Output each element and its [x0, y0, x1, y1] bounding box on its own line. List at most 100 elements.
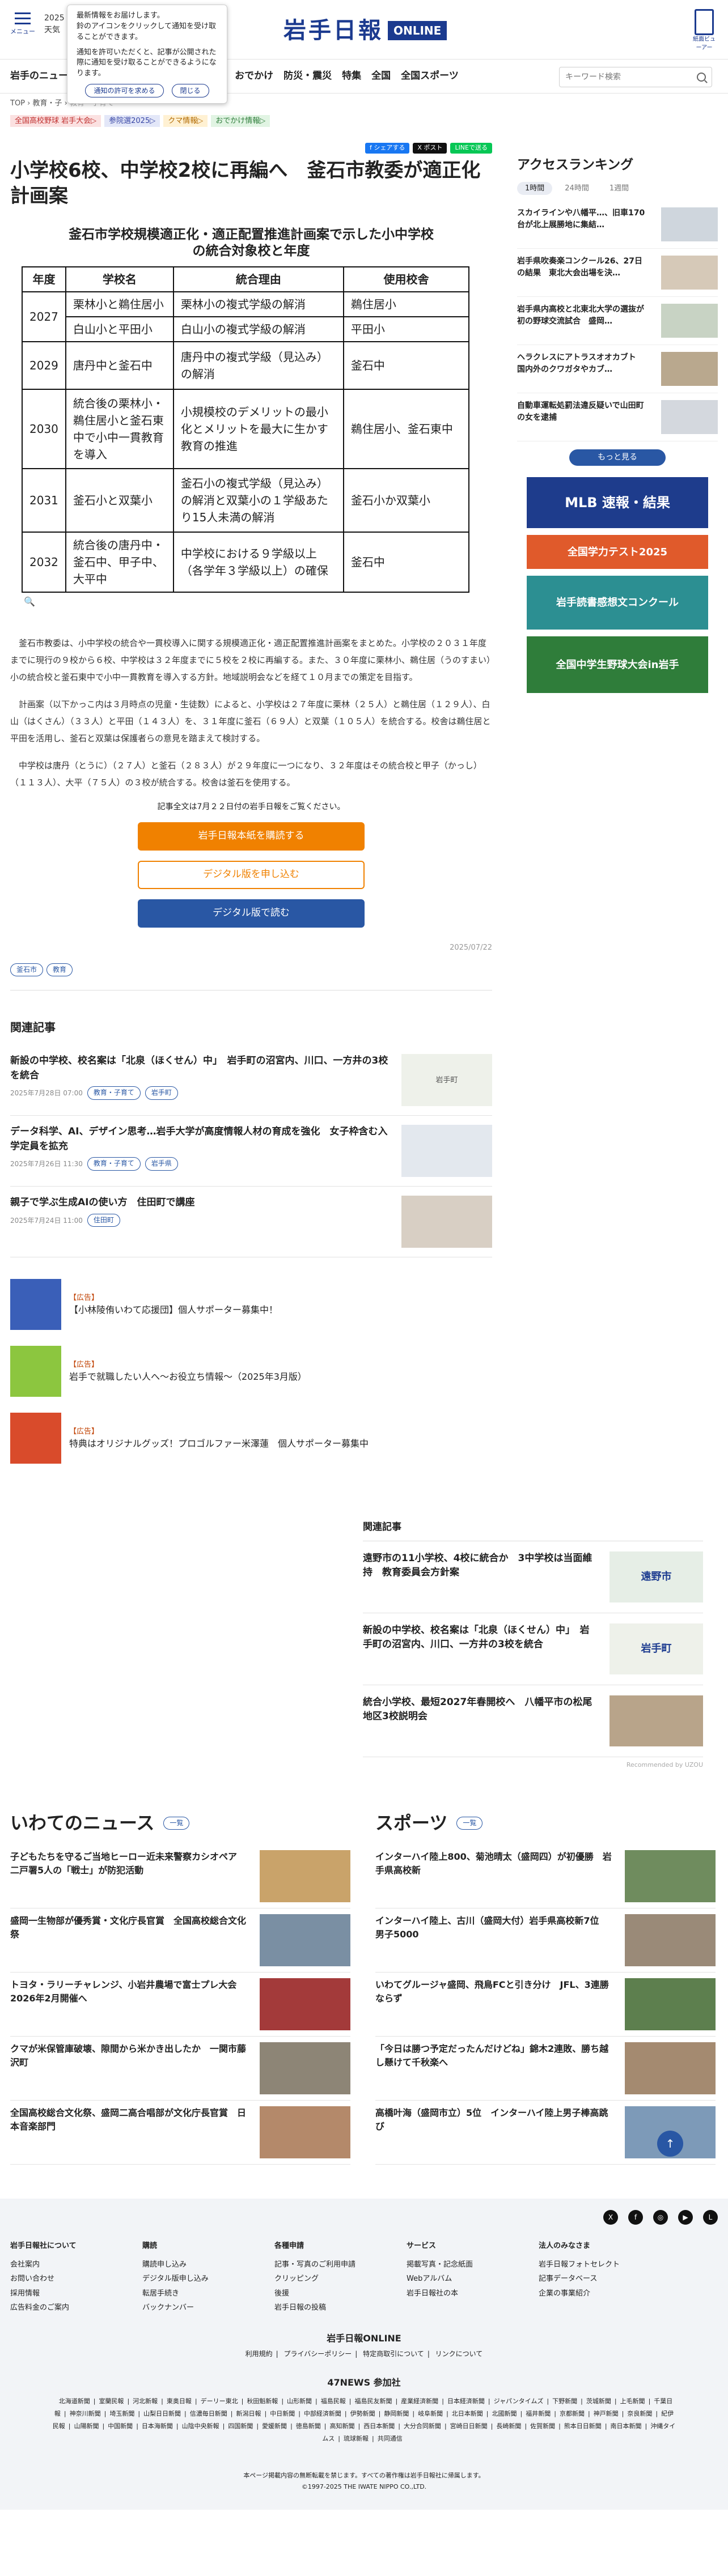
network-paper-link[interactable]: 京都新聞 — [560, 2410, 585, 2417]
viewer-button[interactable]: 紙面ビューアー — [691, 9, 718, 52]
line-share-button[interactable]: LINEで送る — [450, 143, 492, 154]
network-paper-link[interactable]: 茨城新聞 — [586, 2398, 611, 2405]
notify-close-button[interactable]: 閉じる — [171, 84, 209, 98]
youtube-icon[interactable]: ▶ — [678, 2210, 693, 2225]
network-paper-link[interactable]: 伊勢新聞 — [350, 2410, 375, 2417]
network-paper-link[interactable]: 岐阜新聞 — [418, 2410, 443, 2417]
widget-item[interactable]: 遠野市の11小学校、4校に統合か 3中学校は当面維持 教育委員会方針案 遠野市 — [363, 1541, 703, 1613]
network-paper-link[interactable]: 山形新聞 — [287, 2398, 312, 2405]
section-list-button[interactable]: 一覧 — [456, 1816, 483, 1830]
related-tag[interactable]: 住田町 — [87, 1213, 120, 1227]
banner-dokusho[interactable]: 岩手読書感想文コンクール — [527, 576, 708, 630]
footer-link[interactable]: デジタル版申し込み — [142, 2272, 274, 2286]
network-paper-link[interactable]: 北國新聞 — [492, 2410, 517, 2417]
footer-link[interactable]: 特定商取引について — [363, 2350, 424, 2358]
facebook-share-button[interactable]: f シェアする — [365, 143, 410, 154]
ranking-item[interactable]: 岩手県内高校と北東北大学の選抜が初の野球交流試合 盛岡… — [517, 297, 718, 345]
news-item[interactable]: 盛岡一生物部が優秀賞・文化庁長官賞 全国高校総合文化祭 — [10, 1908, 350, 1973]
back-to-top-button[interactable]: ↑ — [657, 2131, 683, 2157]
section-list-button[interactable]: 一覧 — [163, 1816, 190, 1830]
footer-link[interactable]: 記事・写真のご利用申請 — [274, 2258, 407, 2272]
tag-kamaishi[interactable]: 釜石市 — [10, 963, 44, 977]
network-paper-link[interactable]: 共同通信 — [378, 2435, 403, 2442]
network-paper-link[interactable]: 四国新聞 — [228, 2422, 253, 2430]
network-paper-link[interactable]: 埼玉新聞 — [109, 2410, 134, 2417]
nav-item-odekake[interactable]: おでかけ — [235, 69, 273, 84]
nav-item-tokushu[interactable]: 特集 — [342, 69, 361, 84]
subscribe-paper-button[interactable]: 岩手日報本紙を購読する — [138, 822, 365, 851]
ranking-more-button[interactable]: もっと見る — [569, 449, 666, 466]
network-paper-link[interactable]: 神奈川新聞 — [70, 2410, 101, 2417]
network-paper-link[interactable]: 南日本新聞 — [611, 2422, 642, 2430]
x-post-button[interactable]: X ポスト — [413, 143, 447, 154]
weather-link[interactable]: 天気 — [44, 24, 65, 36]
network-paper-link[interactable]: 熊本日日新聞 — [564, 2422, 602, 2430]
network-paper-link[interactable]: 日本経済新聞 — [447, 2398, 485, 2405]
footer-link[interactable]: Webアルバム — [407, 2272, 539, 2286]
footer-link[interactable]: 採用情報 — [10, 2286, 142, 2301]
nav-item-zenkoku[interactable]: 全国 — [371, 69, 391, 84]
network-paper-link[interactable]: 西日本新聞 — [363, 2422, 395, 2430]
related-tag[interactable]: 教育・子育て — [87, 1157, 141, 1171]
network-paper-link[interactable]: 山陽新聞 — [74, 2422, 99, 2430]
site-logo[interactable]: 岩手日報 ONLINE — [283, 14, 447, 48]
network-paper-link[interactable]: 福井新聞 — [526, 2410, 551, 2417]
news-item[interactable]: 子どもたちを守るご当地ヒーロー近未来警察カシオペア 二戸署5人の「戦士」が防犯活… — [10, 1844, 350, 1909]
footer-link[interactable]: 転居手続き — [142, 2286, 274, 2301]
topic-tag-election[interactable]: 参院選2025▷ — [104, 114, 160, 127]
network-paper-link[interactable]: 産業経済新聞 — [401, 2398, 438, 2405]
footer-link[interactable]: バックナンバー — [142, 2301, 274, 2315]
topic-tag-odekake[interactable]: おでかけ情報▷ — [211, 114, 270, 127]
notify-allow-button[interactable]: 通知の許可を求める — [85, 84, 164, 98]
search-input[interactable] — [565, 73, 697, 82]
ad-item[interactable]: 【広告】 岩手で就職したい人へ〜お役立ち情報〜（2025年3月版） — [10, 1341, 492, 1408]
network-paper-link[interactable]: 宮崎日日新聞 — [450, 2422, 488, 2430]
related-tag[interactable]: 岩手県 — [145, 1157, 178, 1171]
article-figure[interactable]: 釜石市学校規模適正化・適正配置推進計画案で示した小中学校 の統合対象校と年度 年… — [22, 227, 481, 609]
instagram-icon[interactable]: ◎ — [653, 2210, 668, 2225]
read-digital-button[interactable]: デジタル版で読む — [138, 899, 365, 928]
network-paper-link[interactable]: ジャパンタイムズ — [494, 2398, 544, 2405]
ranking-item[interactable]: 岩手県吹奏楽コンクール26、27日の結果 東北大会出場を決… — [517, 249, 718, 297]
news-item[interactable]: いわてグルージャ盛岡、飛鳥FCと引き分け JFL、3連勝ならず — [375, 1973, 716, 2037]
ranking-item[interactable]: 自動車運転処罰法違反疑いで山田町の女を逮捕 — [517, 393, 718, 441]
breadcrumb-home[interactable]: TOP — [10, 99, 25, 108]
banner-mlb[interactable]: MLB 速報・結果 — [527, 477, 708, 528]
network-paper-link[interactable]: 秋田魁新報 — [247, 2398, 278, 2405]
magnifier-icon[interactable]: 🔍 — [24, 595, 481, 609]
topic-tag-bear[interactable]: クマ情報▷ — [163, 114, 208, 127]
news-item[interactable]: 「今日は勝つ予定だったんだけどね」錦木2連敗、勝ち越し懸けて千秋楽へ — [375, 2037, 716, 2101]
network-paper-link[interactable]: 神戸新聞 — [594, 2410, 619, 2417]
network-paper-link[interactable]: 大分合同新聞 — [404, 2422, 441, 2430]
network-paper-link[interactable]: デーリー東北 — [201, 2398, 238, 2405]
related-tag[interactable]: 岩手町 — [145, 1086, 178, 1100]
ad-item[interactable]: 【広告】 【小林陵侑いわて応援団】個人サポーター募集中！ — [10, 1274, 492, 1341]
news-item[interactable]: 全国高校総合文化祭、盛岡二高合唱部が文化庁長官賞 日本音楽部門 — [10, 2101, 350, 2165]
network-paper-link[interactable]: 愛媛新聞 — [262, 2422, 287, 2430]
network-paper-link[interactable]: 信濃毎日新聞 — [190, 2410, 227, 2417]
footer-link[interactable]: 岩手日報社の本 — [407, 2286, 539, 2301]
network-paper-link[interactable]: 高知新聞 — [330, 2422, 355, 2430]
apply-digital-button[interactable]: デジタル版を申し込む — [138, 860, 365, 889]
network-paper-link[interactable]: 北日本新聞 — [452, 2410, 483, 2417]
nav-item-sports[interactable]: 全国スポーツ — [401, 69, 459, 84]
footer-link[interactable]: 岩手日報フォトセレクト — [539, 2258, 671, 2272]
footer-link[interactable]: お問い合わせ — [10, 2272, 142, 2286]
network-paper-link[interactable]: 福島民友新聞 — [354, 2398, 392, 2405]
ranking-item[interactable]: スカイラインや八幡平…、旧車170台が北上展勝地に集結… — [517, 201, 718, 249]
network-paper-link[interactable]: 中日新聞 — [270, 2410, 295, 2417]
footer-link[interactable]: 購読申し込み — [142, 2258, 274, 2272]
news-item[interactable]: トヨタ・ラリーチャレンジ、小岩井農場で富士プレ大会 2026年2月開催へ — [10, 1973, 350, 2037]
network-paper-link[interactable]: 山陰中央新報 — [182, 2422, 219, 2430]
footer-link[interactable]: 広告料金のご案内 — [10, 2301, 142, 2315]
x-icon[interactable]: X — [603, 2210, 618, 2225]
footer-link[interactable]: 会社案内 — [10, 2258, 142, 2272]
footer-link[interactable]: 企業の事業紹介 — [539, 2286, 671, 2301]
banner-baseball[interactable]: 全国中学生野球大会in岩手 — [527, 636, 708, 693]
footer-link[interactable]: クリッピング — [274, 2272, 407, 2286]
ranking-item[interactable]: ヘラクレスにアトラスオオカブト 国内外のクワガタやカブ… — [517, 345, 718, 393]
news-item[interactable]: インターハイ陸上、古川（盛岡大付）岩手県高校新7位 男子5000 — [375, 1908, 716, 1973]
banner-gakuryoku[interactable]: 全国学力テスト2025 — [527, 535, 708, 569]
search-icon[interactable] — [697, 73, 706, 82]
news-item[interactable]: インターハイ陸上800、菊池晴太（盛岡四）が初優勝 岩手県高校新 — [375, 1844, 716, 1909]
